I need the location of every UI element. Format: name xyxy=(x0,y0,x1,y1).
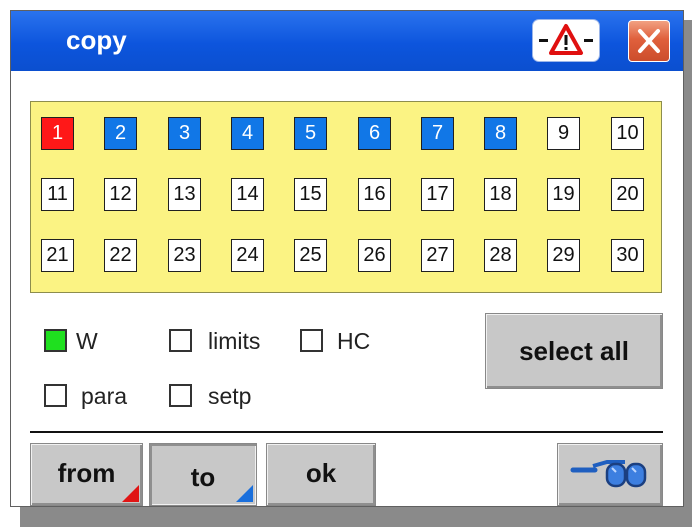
channel-cell[interactable]: 9 xyxy=(547,117,580,150)
channel-cell[interactable]: 20 xyxy=(611,178,644,211)
channel-cell[interactable]: 3 xyxy=(168,117,201,150)
channel-cell[interactable]: 5 xyxy=(294,117,327,150)
channel-cell[interactable]: 10 xyxy=(611,117,644,150)
channel-cell[interactable]: 25 xyxy=(294,239,327,272)
separator xyxy=(30,431,663,433)
hc-checkbox[interactable] xyxy=(300,329,323,352)
channel-cell[interactable]: 12 xyxy=(104,178,137,211)
channel-cell[interactable]: 6 xyxy=(358,117,391,150)
channel-cell[interactable]: 19 xyxy=(547,178,580,211)
to-corner-marker xyxy=(236,485,253,502)
channel-cell[interactable]: 8 xyxy=(484,117,517,150)
close-button[interactable] xyxy=(628,20,670,62)
to-button[interactable]: to xyxy=(149,443,257,506)
channel-cell[interactable]: 18 xyxy=(484,178,517,211)
setp-checkbox[interactable] xyxy=(169,384,192,407)
para-label: para xyxy=(81,383,128,409)
channel-cell[interactable]: 28 xyxy=(484,239,517,272)
channel-cell[interactable]: 22 xyxy=(104,239,137,272)
glasses-icon xyxy=(570,460,647,488)
channel-cell[interactable]: 1 xyxy=(41,117,74,150)
channel-cell[interactable]: 14 xyxy=(231,178,264,211)
hc-label: HC xyxy=(337,328,371,354)
warning-triangle-icon xyxy=(539,24,593,55)
to-label: to xyxy=(190,462,216,492)
limits-label: limits xyxy=(208,328,261,354)
warning-button[interactable] xyxy=(533,20,599,61)
setp-label: setp xyxy=(208,383,252,409)
ok-button[interactable]: ok xyxy=(266,443,376,506)
from-corner-marker xyxy=(122,485,139,502)
channel-cell[interactable]: 16 xyxy=(358,178,391,211)
close-x-icon xyxy=(638,29,660,53)
para-checkbox[interactable] xyxy=(44,384,67,407)
channel-grid: 1 2 3 4 5 6 7 8 9 10 11 12 13 14 15 16 17 18 19 20 21 22 23 24 2… xyxy=(30,101,662,293)
w-label: W xyxy=(76,328,98,354)
channel-cell[interactable]: 4 xyxy=(231,117,264,150)
channel-cell[interactable]: 15 xyxy=(294,178,327,211)
window-title: copy xyxy=(66,25,127,55)
from-button[interactable]: from xyxy=(30,443,143,506)
channel-cell[interactable]: 21 xyxy=(41,239,74,272)
channel-cell[interactable]: 13 xyxy=(168,178,201,211)
channel-cell[interactable]: 23 xyxy=(168,239,201,272)
glasses-button[interactable] xyxy=(557,443,663,506)
channel-cell[interactable]: 30 xyxy=(611,239,644,272)
copy-dialog: copy 1 2 3 4 5 6 7 8 9 10 11 12 13 14 15 16 17 18 19 20 21 22… xyxy=(10,10,684,507)
w-checkbox[interactable] xyxy=(44,329,67,352)
from-label: from xyxy=(57,458,116,488)
channel-cell[interactable]: 26 xyxy=(358,239,391,272)
channel-cell[interactable]: 24 xyxy=(231,239,264,272)
channel-cell[interactable]: 2 xyxy=(104,117,137,150)
channel-cell[interactable]: 7 xyxy=(421,117,454,150)
select-all-button[interactable]: select all xyxy=(485,313,663,389)
title-bar: copy xyxy=(11,11,683,71)
channel-cell[interactable]: 27 xyxy=(421,239,454,272)
channel-cell[interactable]: 17 xyxy=(421,178,454,211)
limits-checkbox[interactable] xyxy=(169,329,192,352)
channel-cell[interactable]: 11 xyxy=(41,178,74,211)
channel-cell[interactable]: 29 xyxy=(547,239,580,272)
